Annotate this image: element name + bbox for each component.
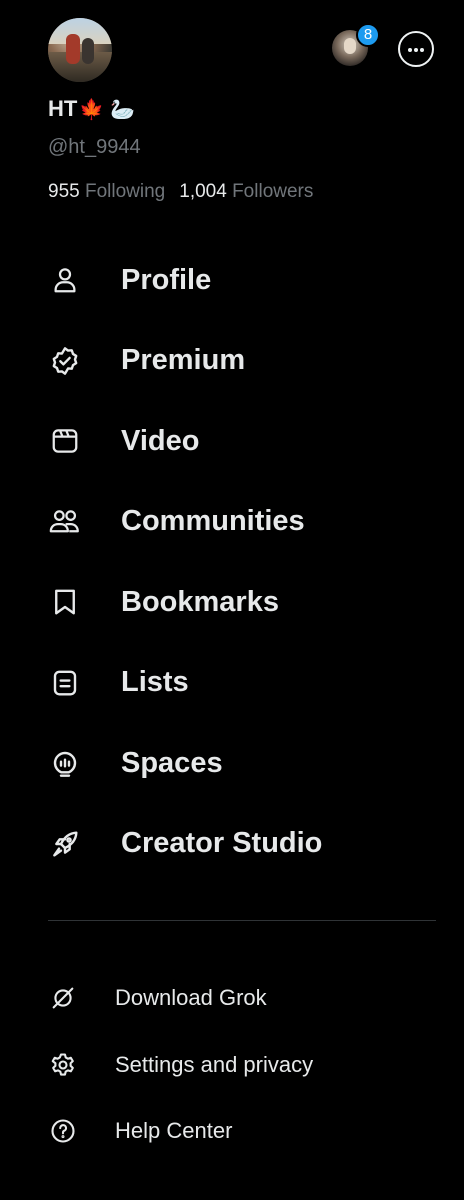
- menu-divider: [48, 920, 436, 921]
- menu-item-label: Communities: [121, 505, 305, 538]
- menu-item-label: Profile: [121, 263, 212, 296]
- user-handle: @ht_9944: [48, 136, 141, 158]
- menu-item-download-grok[interactable]: Download Grok: [0, 965, 464, 1032]
- person-icon: [48, 263, 82, 297]
- goose-emoji: 🦢: [110, 97, 136, 121]
- followers-link[interactable]: 1,004 Followers: [179, 181, 313, 202]
- following-count: 955: [48, 181, 80, 202]
- avatar-figure: [66, 34, 80, 64]
- menu-item-label: Help Center: [115, 1118, 233, 1144]
- avatar-figure-second: [82, 38, 94, 64]
- menu-item-help-center[interactable]: Help Center: [0, 1098, 464, 1165]
- menu-item-label: Bookmarks: [121, 585, 279, 618]
- notification-badge: 8: [356, 23, 380, 47]
- menu-item-label: Download Grok: [115, 985, 267, 1011]
- menu-item-creator-studio[interactable]: Creator Studio: [0, 804, 464, 885]
- menu-item-profile[interactable]: Profile: [0, 240, 464, 321]
- account-switch-face: [344, 38, 356, 54]
- display-name-text: HT: [48, 96, 78, 121]
- avatar-sky: [48, 18, 112, 44]
- menu-item-label: Creator Studio: [121, 827, 323, 860]
- rocket-icon: [48, 827, 82, 861]
- list-icon: [48, 666, 82, 700]
- help-icon: [48, 1116, 78, 1146]
- ellipsis-dot: [413, 47, 418, 52]
- communities-icon: [48, 505, 82, 539]
- following-label: Following: [84, 181, 166, 202]
- profile-avatar[interactable]: [48, 18, 112, 82]
- follow-stats: 955 Following 1,004 Followers: [48, 181, 313, 203]
- followers-label: Followers: [232, 181, 314, 202]
- bookmark-icon: [48, 585, 82, 619]
- maple-leaf-emoji: 🍁: [79, 97, 105, 121]
- avatar-ground: [48, 52, 112, 82]
- menu-item-video[interactable]: Video: [0, 401, 464, 482]
- more-options-button[interactable]: [398, 31, 434, 67]
- menu-item-label: Spaces: [121, 746, 223, 779]
- menu-item-lists[interactable]: Lists: [0, 643, 464, 724]
- drawer-header: 8 HT 🍁 🦢 @ht_9944 955 Following 1,004 Fol…: [0, 0, 464, 230]
- following-link[interactable]: 955 Following: [48, 181, 165, 202]
- menu-item-premium[interactable]: Premium: [0, 321, 464, 402]
- menu-item-label: Premium: [121, 344, 246, 377]
- ellipsis-dot: [419, 47, 424, 52]
- menu-item-bookmarks[interactable]: Bookmarks: [0, 562, 464, 643]
- ellipsis-dot: [407, 47, 412, 52]
- menu-item-label: Settings and privacy: [115, 1051, 314, 1077]
- main-menu: Profile Premium Video Communities Bookma…: [0, 240, 464, 884]
- menu-item-label: Video: [121, 424, 200, 457]
- secondary-menu: Download Grok Settings and privacy Help …: [0, 965, 464, 1165]
- display-name[interactable]: HT 🍁 🦢: [48, 96, 135, 122]
- followers-count: 1,004: [179, 181, 227, 202]
- spaces-icon: [48, 746, 82, 780]
- menu-item-communities[interactable]: Communities: [0, 482, 464, 563]
- grok-icon: [48, 983, 78, 1013]
- menu-item-settings[interactable]: Settings and privacy: [0, 1032, 464, 1099]
- video-icon: [48, 424, 82, 458]
- menu-item-spaces[interactable]: Spaces: [0, 723, 464, 804]
- menu-item-label: Lists: [121, 666, 189, 699]
- gear-icon: [48, 1050, 78, 1080]
- verified-badge-icon: [48, 344, 82, 378]
